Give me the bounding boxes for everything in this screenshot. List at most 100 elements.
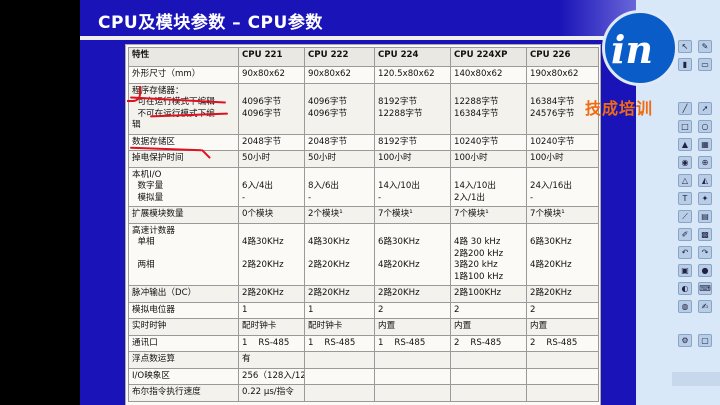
cell-line: 24入/16出 [530,181,572,191]
cell-line: 2路20KHz [242,288,284,298]
table-cell: 100小时 [374,150,451,168]
cell-line: 8入/6出 [308,181,340,191]
cell-line: 4096字节 [308,108,348,119]
graph-icon[interactable]: ◭ [698,174,712,187]
table-cell: 0.22 μs/指令 [238,384,305,402]
arrow-icon[interactable]: ➚ [698,102,712,115]
cell-line [378,371,447,383]
row-label-cell: 浮点数运算 [128,351,239,369]
table-cell: 4路 30 kHz 2路200 kHz 3路20 kHz 1路100 kHz [450,222,527,286]
redo-icon[interactable]: ↷ [698,246,712,259]
table-cell: 2 [450,301,527,319]
ruler-icon[interactable]: ⟋ [678,210,692,223]
cell-line [378,354,447,366]
cell-line: 50小时 [242,153,271,163]
text-icon[interactable]: T [678,192,692,205]
pen-icon[interactable]: ✎ [698,40,712,53]
cell-line: 1 [242,304,248,315]
table-cell: 12288字节 16384字节 [450,82,527,135]
cell-line: 2路20KHz [308,288,350,298]
row-label-line: 数字量 [132,181,164,191]
pointer-icon[interactable]: ↖ [678,40,692,53]
cell-line: 2048字节 [308,136,348,147]
table-cell: 1 [238,301,305,319]
highlighter-icon[interactable]: ▮ [678,58,692,71]
palette-icon[interactable]: ◍ [678,300,692,313]
cell-line: 内置 [530,321,548,331]
table-header-cell: 特性 [128,47,239,67]
table-cell: 14入/10出 - [374,166,451,207]
cell-line: 6路30KHz [378,237,420,247]
fill-icon[interactable]: ▲ [678,138,692,151]
table-cell: 10240字节 [450,133,527,151]
eraser-icon[interactable]: ▭ [698,58,712,71]
line-icon[interactable]: ╱ [678,102,692,115]
table-cell: 8192字节 [374,133,451,151]
brand-logo-text: in [611,27,654,72]
table-cell: 2 [526,301,599,319]
record-icon[interactable]: ● [698,264,712,277]
row-label-cell: 布尔指令执行速度 [128,384,239,402]
keyboard-icon[interactable]: ⌨ [698,282,712,295]
ellipse-icon[interactable]: ○ [698,120,712,133]
table-cell: 100小时 [526,150,599,168]
table-cell: 配时钟卡 [238,318,305,336]
settings-icon[interactable]: ⚙ [678,334,692,347]
camera-icon[interactable]: ◉ [678,156,692,169]
grid-icon[interactable]: ▤ [698,210,712,223]
cell-line: 4路30KHz [308,237,350,247]
row-label-line: 本机I/O [132,169,162,180]
table-cell: 2路100KHz [450,285,527,303]
table-cell: 内置 [526,318,599,336]
spotlight-icon[interactable]: ◐ [678,282,692,295]
table-header-cell: CPU 222 [304,47,375,67]
cell-line: - [308,192,312,203]
cell-line: 8192字节 [378,136,418,147]
cell-line: 1 RS-485 [378,337,426,348]
cell-line: - [378,192,382,203]
row-label-line: 两相 [132,260,155,270]
triangle-icon[interactable]: △ [678,174,692,187]
cell-line: 有 [242,354,251,364]
cell-line: 2入/1出 [454,192,486,203]
table-row: 通讯口 1 RS-485 1 RS-485 1 RS-485 2 RS-485 2 RS-… [128,334,599,352]
cell-line: 7个模块¹ [378,209,413,219]
cell-line: 4096字节 [308,97,348,107]
chart-icon[interactable]: ▦ [698,138,712,151]
cell-line: 120.5x80x62 [378,69,435,79]
cell-line [530,170,595,182]
app-icon[interactable]: ▢ [698,334,712,347]
tool-palette: ↖ ✎ ▮ ▭ ╱ ➚ □ ○ ▲ ▦ ◉ ⊕ △ ◭ T ✦ ⟋ ▤ ✐ ▩ … [674,40,720,400]
stamp-icon[interactable]: ✦ [698,192,712,205]
cell-line: 2个模块¹ [308,209,343,219]
zoom-icon[interactable]: ⊕ [698,156,712,169]
cell-line: 16384字节 [454,108,499,119]
image-icon[interactable]: ▩ [698,228,712,241]
table-cell: 7个模块¹ [374,206,451,224]
brush-icon[interactable]: ✍ [698,300,712,313]
cell-line: 100小时 [530,153,564,163]
table-cell: 90x80x62 [238,66,305,84]
table-cell: 256（128入/128出） [238,367,305,385]
row-label-cell: 程序存储器： 可在运行模式下编辑 不可在运行模式下编辑 [128,82,239,135]
cell-line: 6入/4出 [242,181,274,191]
cell-line: 2路200 kHz [454,248,504,259]
row-label-cell: 掉电保护时间 [128,150,239,168]
row-label-line: 掉电保护时间 [132,153,184,163]
table-cell [450,351,527,369]
cell-line [454,226,523,238]
table-cell: 7个模块¹ [450,206,527,224]
rectangle-icon[interactable]: □ [678,120,692,133]
screen-icon[interactable]: ▣ [678,264,692,277]
cell-line [308,86,371,98]
table-cell [450,384,527,402]
table-cell: 2路20KHz [238,285,305,303]
table-header-cell: CPU 224XP [450,47,527,67]
cell-line: 256（128入/128出） [242,370,304,381]
cell-line: - [530,192,534,203]
row-label-line: 实时时钟 [132,321,167,331]
cell-line: 7个模块¹ [454,209,489,219]
undo-icon[interactable]: ↶ [678,246,692,259]
row-label-line: 数据存储区 [132,136,175,147]
paint-icon[interactable]: ✐ [678,228,692,241]
